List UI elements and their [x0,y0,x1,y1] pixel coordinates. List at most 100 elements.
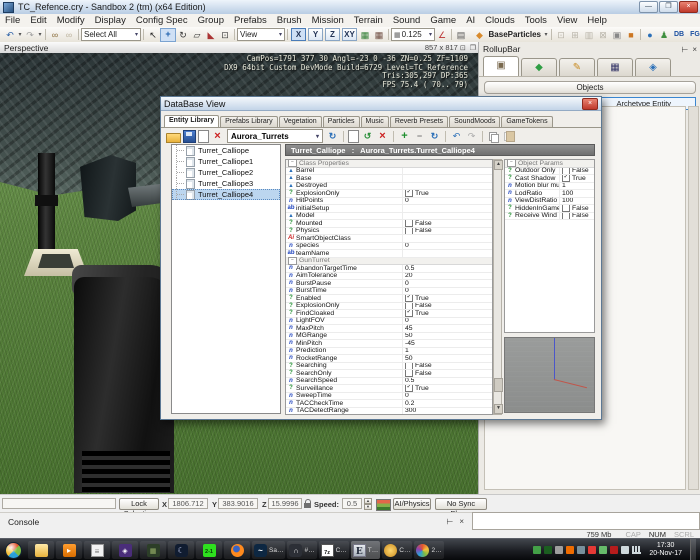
particles-db-icon[interactable]: ◆ [473,29,487,41]
remove-library-icon[interactable] [211,130,224,142]
load-library-icon[interactable] [166,133,181,143]
property-value[interactable]: False [402,220,492,227]
property-checkbox[interactable]: ✓ [405,295,413,302]
property-value[interactable]: 0.5 [402,265,492,272]
taskbar-media-player[interactable] [56,541,82,559]
character-editor-icon[interactable]: ♟ [657,29,671,41]
view-filter-combo[interactable]: View▾ [237,28,285,41]
rollupbar-pin-icon[interactable]: ⊥ [680,46,689,53]
tray-icon-9[interactable] [621,546,629,554]
property-checkbox[interactable] [562,205,570,212]
library-combo-caret-icon[interactable]: ▾ [316,133,319,140]
property-value[interactable]: 45 [402,325,492,332]
console-log-field[interactable] [472,512,700,530]
redo-icon[interactable]: ↷ [23,29,37,41]
tree-item[interactable]: Turret_Calliope1 [172,156,280,167]
terrain-status-icon[interactable] [376,499,391,511]
console-pin-icon[interactable]: ⊥ [445,518,454,525]
property-value[interactable]: ✓True [559,175,594,182]
property-row[interactable]: ?Receive WindFalse [505,213,594,221]
property-value[interactable] [402,213,492,220]
property-checkbox[interactable]: ✓ [405,310,413,317]
angle-snap-icon[interactable]: ∠ [435,29,449,41]
property-value[interactable]: 20 [402,273,492,280]
tray-icon-1[interactable] [533,546,541,554]
menu-tools[interactable]: Tools [520,15,552,26]
collapse-icon[interactable]: − [288,257,297,265]
get-from-selection-icon[interactable] [413,130,426,142]
property-value[interactable]: False [559,213,594,220]
tray-icon-7[interactable] [599,546,607,554]
property-value[interactable]: ✓True [402,385,492,392]
property-value[interactable]: 100 [559,198,594,205]
property-checkbox[interactable]: ✓ [405,385,413,392]
viewport-mode-label[interactable]: Perspective [0,43,48,53]
menu-config-spec[interactable]: Config Spec [131,15,193,26]
snap-vertex-icon[interactable]: ⊡ [218,29,232,41]
scroll-thumb[interactable] [494,378,503,392]
menu-file[interactable]: File [0,15,25,26]
property-value[interactable]: False [559,168,594,175]
taskbar-notes-app[interactable] [84,541,110,559]
taskbar-discord[interactable]: #… [287,541,316,559]
maximize-button[interactable]: ❐ [659,1,678,13]
property-value[interactable]: -45 [402,340,492,347]
taskbar-gold-app[interactable]: C… [382,541,412,559]
menu-game[interactable]: Game [425,15,461,26]
hide-icon[interactable]: ⊠ [596,29,610,41]
property-value[interactable] [402,235,492,242]
tab-gametokens[interactable]: GameTokens [501,116,552,127]
tree-item[interactable]: Turret_Calliope4 [172,189,280,200]
axis-z-button[interactable]: Z [325,28,340,41]
collapse-icon[interactable]: − [507,159,516,167]
selection-mask-combo[interactable]: Select All▾ [81,28,141,41]
property-value[interactable]: ✓True [402,190,492,197]
selection-mask-combo-caret-icon[interactable]: ▾ [132,31,138,38]
terrain-modify-icon[interactable]: ▦ [358,29,372,41]
network-icon[interactable] [632,546,641,554]
axis-x-button[interactable]: X [291,28,306,41]
property-value[interactable]: 0 [402,280,492,287]
menu-prefabs[interactable]: Prefabs [229,15,272,26]
move-icon[interactable]: + [160,28,176,42]
speed-field[interactable]: 0.5 [342,498,362,509]
entity-preview-pane[interactable] [504,337,595,413]
menu-display[interactable]: Display [90,15,131,26]
texture-browser-icon[interactable]: ■ [624,29,638,41]
database-view-icon[interactable]: DB [671,29,687,41]
property-value[interactable]: False [402,363,492,370]
property-value[interactable]: False [559,205,594,212]
rollup-tab-objects[interactable]: ▣ [483,56,519,76]
ungroup-icon[interactable]: ⊞ [568,29,582,41]
property-value[interactable]: False [402,370,492,377]
menu-edit[interactable]: Edit [25,15,51,26]
property-checkbox[interactable] [562,168,570,175]
taskbar-moon-app[interactable] [168,541,194,559]
show-desktop-button[interactable] [690,539,696,560]
close-button[interactable]: × [679,1,698,13]
menu-modify[interactable]: Modify [52,15,90,26]
properties-scrollbar[interactable]: ▲ ▼ [493,159,502,415]
property-checkbox[interactable] [405,370,413,377]
taskbar-explorer[interactable] [28,541,54,559]
tab-entity-library[interactable]: Entity Library [164,115,219,127]
x-coordinate-field[interactable]: 1806.712 [168,498,208,509]
library-select-combo[interactable]: Aurora_Turrets▾ [227,129,323,143]
clone-item-icon[interactable] [361,130,374,142]
material-editor-icon[interactable]: ▣ [610,29,624,41]
tray-icon-5[interactable] [577,546,585,554]
taskbar-dolphin-app[interactable]: Sa… [252,541,285,559]
property-value[interactable]: 50 [402,333,492,340]
property-checkbox[interactable] [405,303,413,310]
rollup-tab-layers[interactable]: ◈ [635,58,671,76]
scale-icon[interactable]: ▱ [190,29,204,41]
speed-stepper[interactable]: ▲▼ [364,498,372,510]
property-value[interactable] [402,205,492,212]
tray-icon-6[interactable] [588,546,596,554]
property-value[interactable] [402,183,492,190]
property-row[interactable]: nTACDetectRange300 [286,408,492,416]
reload-library-icon[interactable] [326,130,339,142]
menu-ai[interactable]: AI [461,15,480,26]
rollup-tab-display[interactable]: ▦ [597,58,633,76]
ruler-icon[interactable]: ▤ [454,29,468,41]
